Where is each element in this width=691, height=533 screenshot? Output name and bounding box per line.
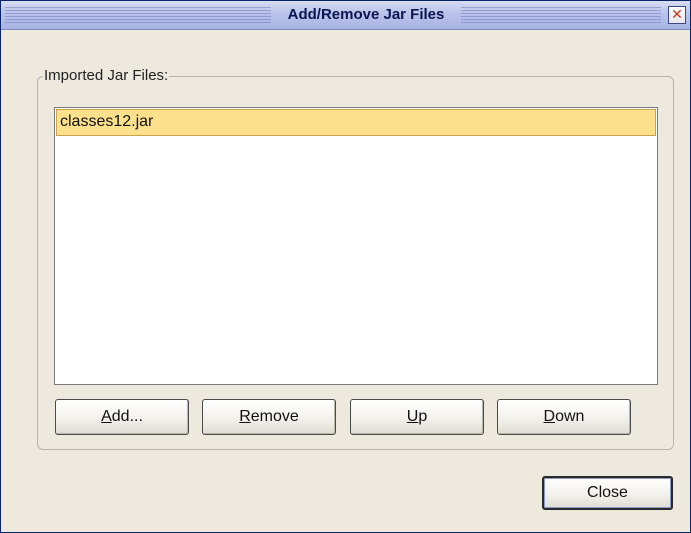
down-button[interactable]: Down: [497, 399, 631, 435]
dialog-window: Add/Remove Jar Files ✕ Imported Jar File…: [0, 0, 691, 533]
up-button-mnemonic: U: [406, 408, 419, 425]
remove-button-label: emove: [250, 408, 299, 425]
close-button[interactable]: Close: [542, 476, 673, 510]
title-bar-grip-right: [461, 7, 661, 23]
up-button[interactable]: Up: [350, 399, 484, 435]
add-button-label: dd...: [111, 408, 143, 425]
list-item[interactable]: classes12.jar: [56, 109, 656, 136]
close-icon[interactable]: ✕: [668, 6, 686, 24]
jar-files-list[interactable]: classes12.jar: [54, 107, 658, 385]
up-button-label: p: [418, 408, 428, 425]
add-button-mnemonic: A: [101, 408, 112, 425]
add-button[interactable]: Add...: [55, 399, 189, 435]
down-button-label: own: [555, 408, 585, 425]
remove-button-mnemonic: R: [239, 408, 251, 425]
title-bar[interactable]: Add/Remove Jar Files ✕: [1, 1, 690, 30]
title-bar-grip-left: [5, 7, 271, 23]
remove-button[interactable]: Remove: [202, 399, 336, 435]
window-title: Add/Remove Jar Files: [287, 6, 445, 23]
imported-jar-files-label: Imported Jar Files:: [43, 67, 170, 84]
down-button-mnemonic: D: [543, 408, 556, 425]
